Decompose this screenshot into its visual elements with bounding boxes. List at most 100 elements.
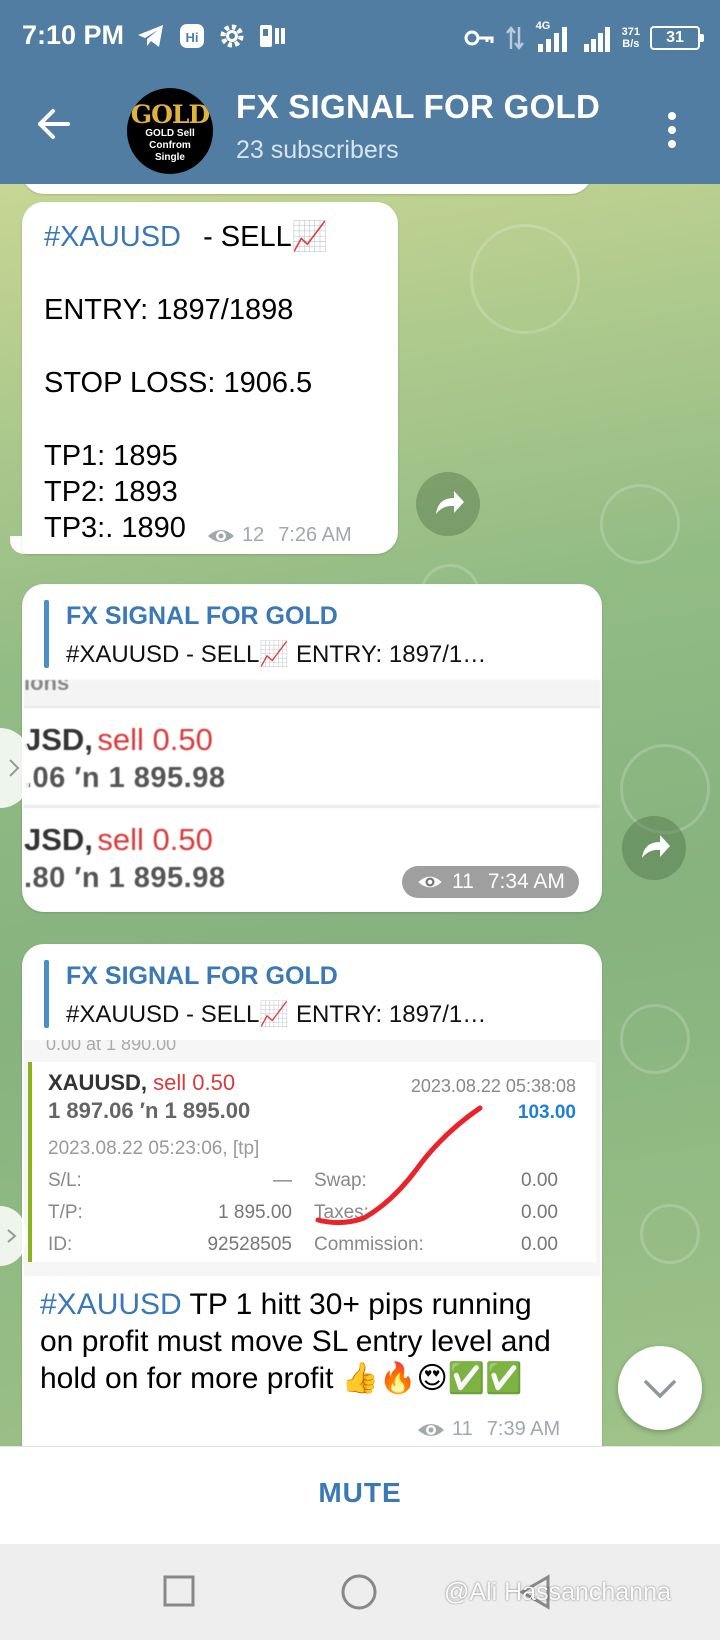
message-bubble-screenshot-1[interactable]: FX SIGNAL FOR GOLD #XAUUSD - SELL📈 ENTRY… <box>22 584 602 912</box>
signal-stop-loss: STOP LOSS: 1906.5 <box>44 367 313 399</box>
message-meta: 12 7:26 AM <box>206 524 352 547</box>
views-eye-icon <box>208 529 234 542</box>
trade-profit: 103.00 <box>517 1102 576 1123</box>
trade-screenshot-image[interactable]: 0.00 at 1 890.00 XAUUSD, sell 0.50 2023.… <box>24 1040 600 1276</box>
trade-open-date: 2023.08.22 05:23:06, [tp] <box>48 1138 260 1159</box>
signal-headline: #XAUUSD - SELL📈 <box>44 220 328 254</box>
trade-symbol: XAUUSD, <box>48 1070 148 1095</box>
reply-quote-bar <box>44 960 49 1028</box>
view-count: 11 <box>452 870 474 893</box>
trade-side: sell 0.50 <box>153 1070 236 1095</box>
message-time: 7:34 AM <box>487 870 565 893</box>
signal-4g-icon: 4G <box>535 20 572 54</box>
signal-action: - SELL📈 <box>203 221 328 253</box>
wallpaper-doodle <box>640 1204 700 1264</box>
more-menu-icon[interactable] <box>660 110 684 150</box>
speed-unit: B/s <box>622 38 640 50</box>
message-meta: 11 7:34 AM <box>402 866 579 898</box>
wallpaper-doodle <box>620 1004 690 1074</box>
views-eye-icon <box>418 1423 444 1436</box>
forward-button[interactable] <box>416 472 480 536</box>
reply-author[interactable]: FX SIGNAL FOR GOLD <box>66 962 338 991</box>
avatar-line-1: GOLD Sell <box>145 128 195 139</box>
hashtag-link[interactable]: #XAUUSD <box>44 221 181 253</box>
red-marker-annotation <box>315 1105 483 1226</box>
side-swipe-tab[interactable] <box>0 728 30 808</box>
signal-tp3: TP3:. 1890 <box>44 512 186 544</box>
status-time: 7:10 PM <box>22 20 125 50</box>
previous-message-edge <box>22 184 592 194</box>
trade-symbol: JSD, <box>24 722 93 757</box>
reply-author[interactable]: FX SIGNAL FOR GOLD <box>66 602 338 631</box>
message-bubble-screenshot-2[interactable]: FX SIGNAL FOR GOLD #XAUUSD - SELL📈 ENTRY… <box>22 944 602 1446</box>
chevron-down-icon <box>644 1380 676 1399</box>
avatar-logo-text: GOLD <box>130 100 210 129</box>
signal-tp1: TP1: 1895 <box>44 440 178 472</box>
signal-tp2: TP2: 1893 <box>44 476 178 508</box>
message-time: 7:26 AM <box>278 524 352 546</box>
reply-quote-bar <box>44 600 49 668</box>
telegram-icon <box>138 25 163 47</box>
status-right-group: 4G 371 B/s 31 <box>464 18 704 58</box>
trade-close-date: 2023.08.22 05:38:08 <box>410 1076 576 1096</box>
system-navigation-bar: @Ali Hassanchanna <box>0 1544 720 1640</box>
trade-prices: .06 ′n 1 895.98 <box>24 762 226 794</box>
channel-title[interactable]: FX SIGNAL FOR GOLD <box>236 88 600 126</box>
reply-preview[interactable]: #XAUUSD - SELL📈 ENTRY: 1897/1… <box>66 1000 566 1029</box>
battery-indicator: 31 <box>650 26 704 50</box>
chevron-right-icon <box>9 759 20 777</box>
tp-label: T/P: <box>48 1202 83 1223</box>
bottom-mute-bar: MUTE <box>0 1446 720 1544</box>
trade-symbol: JSD, <box>24 822 93 857</box>
views-eye-icon <box>418 876 442 888</box>
signal-sim2-icon <box>583 27 610 52</box>
recent-apps-icon[interactable] <box>162 1574 196 1608</box>
avatar-line-3: Single <box>154 152 185 163</box>
trade-row-title: JSD, sell 0.50 <box>24 722 213 758</box>
vpn-key-icon <box>464 30 494 46</box>
trade-title: XAUUSD, sell 0.50 <box>48 1070 235 1096</box>
view-count: 11 <box>452 1418 473 1440</box>
hashtag-link[interactable]: #XAUUSD <box>40 1288 182 1321</box>
reply-preview[interactable]: #XAUUSD - SELL📈 ENTRY: 1897/1… <box>66 640 566 669</box>
screenshot-header: ions <box>24 680 70 695</box>
signal-entry: ENTRY: 1897/1898 <box>44 294 294 326</box>
home-circle-icon[interactable] <box>340 1574 378 1612</box>
trade-detail-card: XAUUSD, sell 0.50 2023.08.22 05:38:08 1 … <box>28 1062 596 1262</box>
message-bubble-signal[interactable]: #XAUUSD - SELL📈 ENTRY: 1897/1898 STOP LO… <box>22 202 398 554</box>
commission-value: 0.00 <box>521 1234 558 1255</box>
forward-button[interactable] <box>622 816 686 880</box>
share-arrow-icon <box>642 835 670 858</box>
back-arrow-icon[interactable] <box>34 104 74 144</box>
channel-avatar[interactable]: GOLD GOLD Sell Confrom Single <box>127 88 213 174</box>
sl-label: S/L: <box>48 1170 82 1191</box>
svg-text:Hi: Hi <box>186 30 199 45</box>
sl-value: — <box>273 1170 292 1191</box>
message-meta: 11 7:39 AM <box>416 1418 560 1441</box>
hi-app-icon: Hi <box>180 24 204 48</box>
network-speed: 371 B/s <box>622 26 640 50</box>
scroll-down-button[interactable] <box>618 1346 702 1430</box>
screenshot-top-line: 0.00 at 1 890.00 <box>46 1040 177 1054</box>
trade-side: sell 0.50 <box>97 722 213 757</box>
id-value: 92528505 <box>207 1234 292 1255</box>
parking-app-icon <box>260 25 285 47</box>
view-count: 12 <box>242 524 265 546</box>
chat-area[interactable]: #XAUUSD - SELL📈 ENTRY: 1897/1898 STOP LO… <box>0 184 720 1446</box>
data-arrows-icon <box>505 25 524 51</box>
chevron-right-icon <box>7 1229 17 1243</box>
watermark-text: @Ali Hassanchanna <box>444 1578 671 1606</box>
trade-prices: .80 ′n 1 895.98 <box>24 862 226 894</box>
trade-prices: 1 897.06 ′n 1 895.00 <box>48 1098 251 1123</box>
id-label: ID: <box>48 1234 73 1255</box>
mute-button[interactable]: MUTE <box>318 1477 401 1509</box>
network-type: 4G <box>535 20 551 32</box>
speed-value: 371 <box>621 26 640 38</box>
side-swipe-tab[interactable] <box>0 1206 26 1266</box>
settings-gear-icon <box>220 24 244 48</box>
wallpaper-doodle <box>470 224 580 334</box>
subscriber-count: 23 subscribers <box>236 136 399 164</box>
trade-row: JSD, sell 0.50 .06 ′n 1 895.98 <box>24 706 600 804</box>
message-time: 7:39 AM <box>486 1418 561 1440</box>
avatar-line-2: Confrom <box>149 140 191 151</box>
